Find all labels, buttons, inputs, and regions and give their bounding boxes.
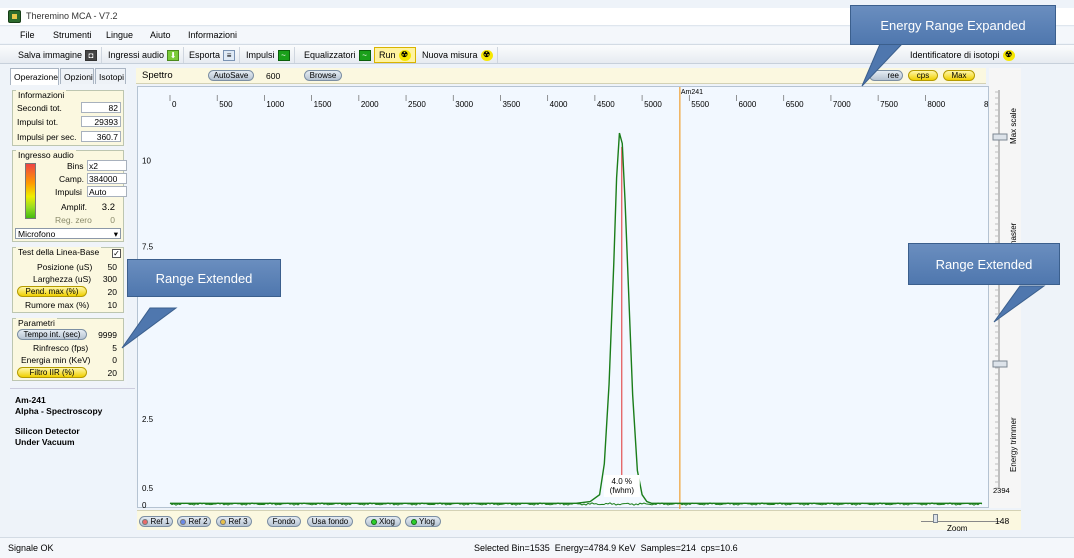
callout-tail-left: [121, 307, 178, 349]
callout-range-right: Range Extended: [908, 243, 1060, 285]
callout-energy-range: Energy Range Expanded: [850, 5, 1056, 45]
callout-range-left: Range Extended: [127, 259, 281, 297]
callout-tail-right: [993, 285, 1046, 323]
app-window: Theremino MCA - V7.2 File Strumenti Ling…: [0, 0, 1074, 558]
callout-tail-top: [861, 43, 904, 87]
